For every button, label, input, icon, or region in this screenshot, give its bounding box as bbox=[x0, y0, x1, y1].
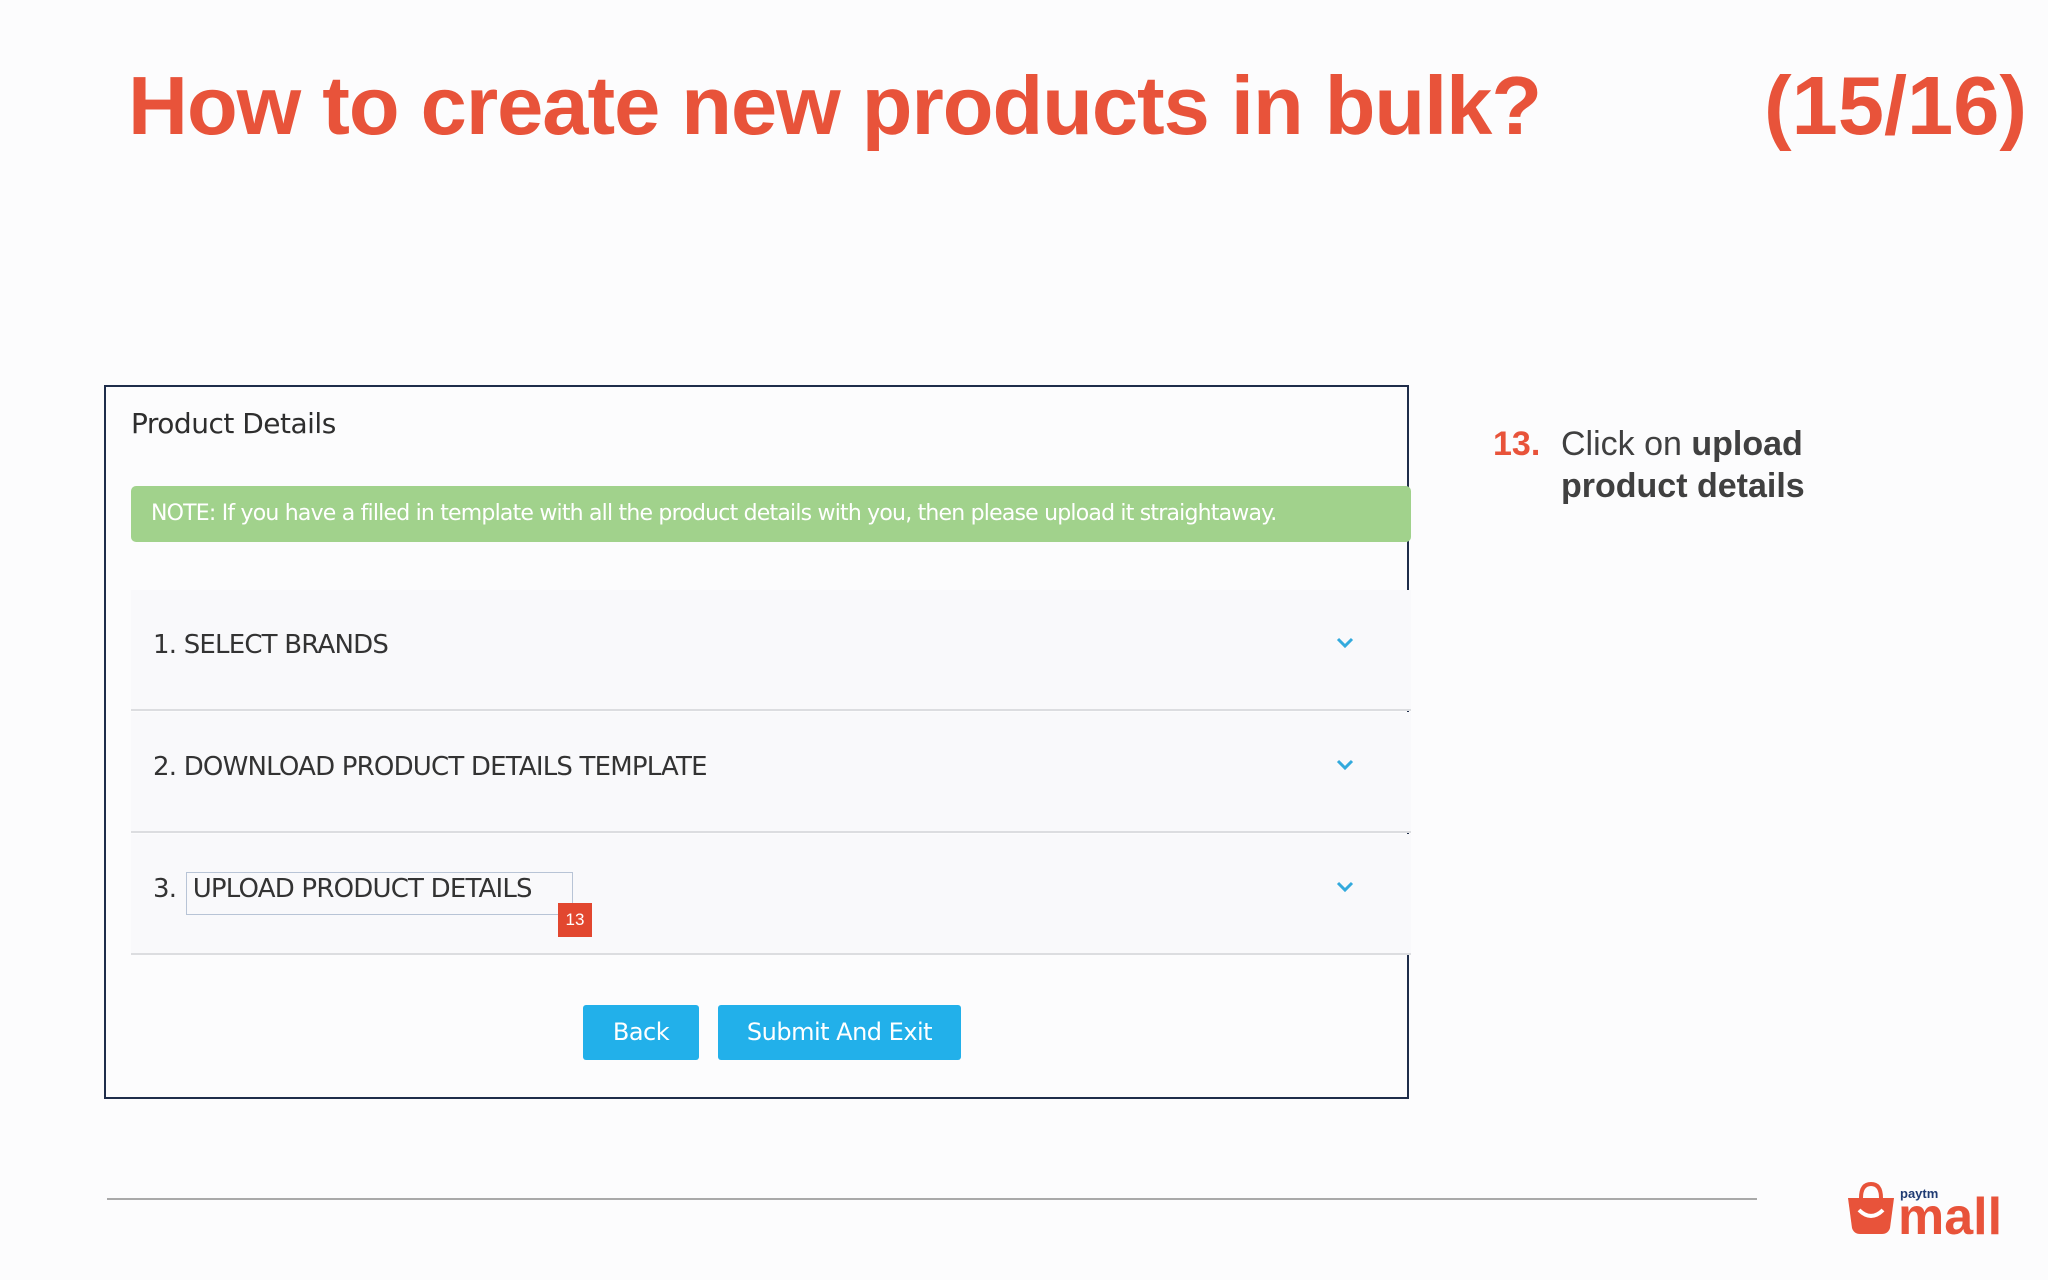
chevron-down-icon[interactable] bbox=[1335, 758, 1355, 772]
chevron-down-icon[interactable] bbox=[1335, 880, 1355, 894]
step-number: 2. bbox=[153, 752, 177, 782]
accordion-label: 3. UPLOAD PRODUCT DETAILS bbox=[153, 872, 573, 915]
slide-counter: (15/16) bbox=[1764, 59, 2027, 152]
instruction-bold-2: product details bbox=[1561, 467, 1805, 505]
step-label: SELECT BRANDS bbox=[183, 630, 389, 660]
accordion-download-template[interactable]: 2. DOWNLOAD PRODUCT DETAILS TEMPLATE bbox=[131, 712, 1411, 833]
callout-badge: 13 bbox=[558, 903, 592, 937]
instruction-text: Click on upload product details bbox=[1561, 423, 1921, 507]
product-details-screenshot: Product Details NOTE: If you have a fill… bbox=[104, 385, 1411, 1099]
back-button[interactable]: Back bbox=[583, 1005, 699, 1060]
step-number: 1. bbox=[153, 630, 177, 660]
step-label: DOWNLOAD PRODUCT DETAILS TEMPLATE bbox=[183, 752, 708, 782]
accordion-label: 2. DOWNLOAD PRODUCT DETAILS TEMPLATE bbox=[153, 752, 708, 782]
step-label[interactable]: UPLOAD PRODUCT DETAILS bbox=[185, 872, 573, 915]
paytm-mall-logo: paytm mall bbox=[1848, 1181, 2002, 1240]
accordion-label: 1. SELECT BRANDS bbox=[153, 630, 389, 660]
accordion-upload-product-details[interactable]: 3. UPLOAD PRODUCT DETAILS 13 bbox=[131, 834, 1411, 955]
submit-and-exit-button[interactable]: Submit And Exit bbox=[718, 1005, 961, 1060]
accordion-select-brands[interactable]: 1. SELECT BRANDS bbox=[131, 590, 1411, 711]
instruction-bold-1: upload bbox=[1691, 425, 1803, 463]
chevron-down-icon[interactable] bbox=[1335, 636, 1355, 650]
panel-title: Product Details bbox=[131, 407, 336, 440]
instruction-plain: Click on bbox=[1561, 425, 1692, 463]
step-number: 3. bbox=[153, 874, 177, 904]
logo-large-text: mall bbox=[1898, 1188, 2002, 1240]
note-banner: NOTE: If you have a filled in template w… bbox=[131, 486, 1411, 542]
instruction-number: 13. bbox=[1493, 425, 1541, 463]
footer-divider bbox=[107, 1198, 1757, 1200]
slide-title: How to create new products in bulk? bbox=[128, 59, 1542, 152]
